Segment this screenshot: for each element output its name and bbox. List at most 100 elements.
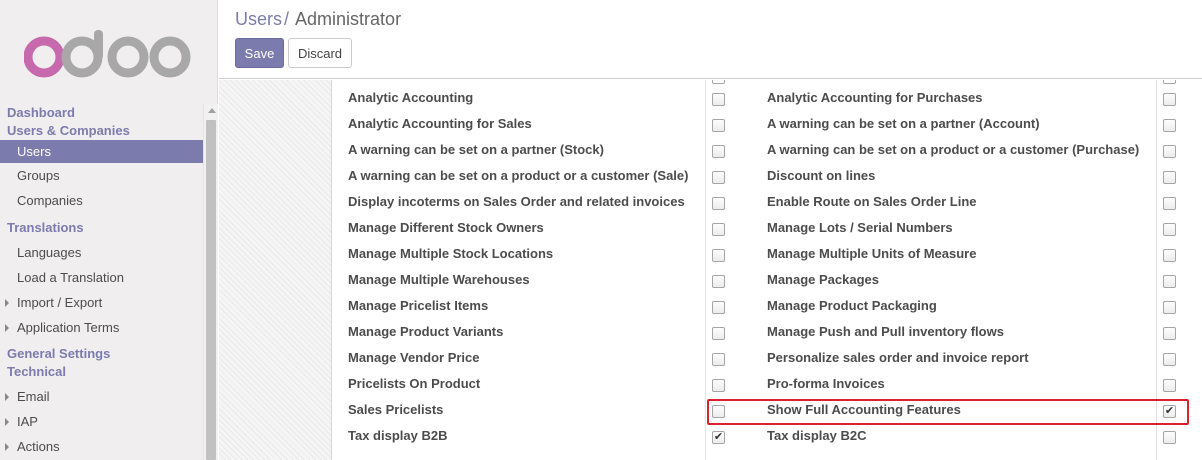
sidebar-scrollbar[interactable] <box>203 104 218 460</box>
sidebar-item-actions[interactable]: Actions <box>0 434 203 459</box>
checkmark-icon: ✔ <box>713 431 724 443</box>
setting-checkbox[interactable] <box>1163 249 1176 262</box>
settings-row: Manage Multiple Stock Locations Manage Mu… <box>332 239 1202 265</box>
setting-label: Tax display B2B <box>348 428 448 443</box>
caret-right-icon <box>5 418 9 426</box>
form-sheet: Analytic Accounting Analytic Accounting f… <box>331 80 1202 460</box>
form-view: Analytic Accounting Analytic Accounting f… <box>219 80 1202 460</box>
setting-label: A warning can be set on a product or a c… <box>348 168 689 183</box>
caret-right-icon <box>5 393 9 401</box>
save-button[interactable]: Save <box>235 38 284 68</box>
setting-checkbox[interactable] <box>1163 431 1176 444</box>
app-menu: Dashboard Users & Companies Users Groups… <box>0 104 203 459</box>
setting-checkbox[interactable] <box>1163 353 1176 366</box>
setting-label: Sales Pricelists <box>348 402 444 417</box>
setting-label: Manage Multiple Units of Measure <box>767 246 977 261</box>
setting-label: Manage Push and Pull inventory flows <box>767 324 1004 339</box>
setting-checkbox[interactable] <box>712 197 725 210</box>
breadcrumb-separator: / <box>284 9 290 29</box>
setting-label: Pro-forma Invoices <box>767 376 885 391</box>
settings-row: Analytic Accounting for Sales A warning c… <box>332 109 1202 135</box>
settings-row: Manage Pricelist Items Manage Product Pac… <box>332 291 1202 317</box>
menu-section-dashboard[interactable]: Dashboard <box>0 104 203 122</box>
setting-label: Analytic Accounting <box>348 90 474 105</box>
setting-checkbox[interactable] <box>1163 171 1176 184</box>
sidebar-item-email[interactable]: Email <box>0 384 203 409</box>
setting-checkbox[interactable] <box>712 379 725 392</box>
settings-row: Manage Different Stock Owners Manage Lots… <box>332 213 1202 239</box>
caret-right-icon <box>5 324 9 332</box>
settings-row: A warning can be set on a product or a c… <box>332 161 1202 187</box>
control-panel: Users / Administrator Save Discard <box>219 0 1202 79</box>
setting-label: Manage Product Variants <box>348 324 504 339</box>
setting-checkbox[interactable] <box>1163 223 1176 236</box>
setting-checkbox[interactable] <box>712 223 725 236</box>
settings-row: Manage Vendor Price Personalize sales ord… <box>332 343 1202 369</box>
setting-label: Display incoterms on Sales Order and rel… <box>348 194 685 209</box>
setting-label: Enable Route on Sales Order Line <box>767 194 977 209</box>
settings-row: Display incoterms on Sales Order and rel… <box>332 187 1202 213</box>
sidebar-item-label: Actions <box>17 439 60 454</box>
sidebar-item-application-terms[interactable]: Application Terms <box>0 315 203 340</box>
setting-checkbox[interactable] <box>712 275 725 288</box>
setting-checkbox[interactable] <box>712 119 725 132</box>
setting-label: Analytic Accounting for Purchases <box>767 90 983 105</box>
sidebar: Dashboard Users & Companies Users Groups… <box>0 0 218 460</box>
setting-checkbox[interactable] <box>712 171 725 184</box>
setting-checkbox[interactable] <box>1163 275 1176 288</box>
setting-checkbox[interactable]: ✔ <box>712 431 725 444</box>
menu-section-users-companies[interactable]: Users & Companies <box>0 122 203 140</box>
discard-button[interactable]: Discard <box>288 38 352 68</box>
scroll-up-arrow-icon[interactable] <box>208 108 216 113</box>
setting-checkbox[interactable] <box>712 249 725 262</box>
setting-label: A warning can be set on a product or a c… <box>767 142 1140 157</box>
breadcrumb-current: Administrator <box>295 9 402 29</box>
breadcrumb-users-link[interactable]: Users <box>235 9 282 29</box>
scrollbar-thumb[interactable] <box>206 120 216 460</box>
settings-row: Manage Multiple Warehouses Manage Package… <box>332 265 1202 291</box>
setting-checkbox[interactable] <box>1163 145 1176 158</box>
setting-checkbox[interactable] <box>1163 327 1176 340</box>
setting-label: Manage Vendor Price <box>348 350 480 365</box>
menu-section-technical[interactable]: Technical <box>0 363 203 381</box>
caret-right-icon <box>5 299 9 307</box>
setting-checkbox[interactable] <box>1163 301 1176 314</box>
caret-right-icon <box>5 443 9 451</box>
setting-checkbox[interactable] <box>1163 197 1176 210</box>
sidebar-item-label: Email <box>17 389 50 404</box>
setting-label: A warning can be set on a partner (Accou… <box>767 116 1040 131</box>
setting-checkbox[interactable] <box>1163 119 1176 132</box>
settings-row: Manage Product Variants Manage Push and P… <box>332 317 1202 343</box>
setting-checkbox[interactable] <box>712 93 725 106</box>
setting-label: Personalize sales order and invoice repo… <box>767 350 1029 365</box>
odoo-logo[interactable] <box>24 30 194 80</box>
setting-checkbox[interactable] <box>1163 379 1176 392</box>
sidebar-item-users[interactable]: Users <box>0 140 203 163</box>
sidebar-item-languages[interactable]: Languages <box>0 240 203 265</box>
sidebar-item-load-translation[interactable]: Load a Translation <box>0 265 203 290</box>
sidebar-item-groups[interactable]: Groups <box>0 163 203 188</box>
setting-label: Manage Packages <box>767 272 880 287</box>
sidebar-item-label: IAP <box>17 414 38 429</box>
setting-checkbox[interactable] <box>1163 93 1176 106</box>
setting-label: Manage Pricelist Items <box>348 298 489 313</box>
sidebar-item-label: Import / Export <box>17 295 103 310</box>
setting-label: Manage Product Packaging <box>767 298 937 313</box>
setting-label: Manage Multiple Warehouses <box>348 272 530 287</box>
sidebar-item-iap[interactable]: IAP <box>0 409 203 434</box>
setting-label: Tax display B2C <box>767 428 867 443</box>
sidebar-item-companies[interactable]: Companies <box>0 188 203 213</box>
menu-section-translations[interactable]: Translations <box>0 219 203 237</box>
setting-checkbox[interactable] <box>712 327 725 340</box>
breadcrumb: Users / Administrator <box>235 9 401 30</box>
setting-checkbox[interactable] <box>712 145 725 158</box>
menu-section-general-settings[interactable]: General Settings <box>0 345 203 363</box>
setting-label: Pricelists On Product <box>348 376 481 391</box>
setting-label: A warning can be set on a partner (Stock… <box>348 142 604 157</box>
sidebar-item-label: Application Terms <box>17 320 120 335</box>
settings-row: Pricelists On Product Pro-forma Invoices <box>332 369 1202 395</box>
sidebar-item-import-export[interactable]: Import / Export <box>0 290 203 315</box>
setting-label: Analytic Accounting for Sales <box>348 116 532 131</box>
setting-checkbox[interactable] <box>712 353 725 366</box>
setting-checkbox[interactable] <box>712 301 725 314</box>
